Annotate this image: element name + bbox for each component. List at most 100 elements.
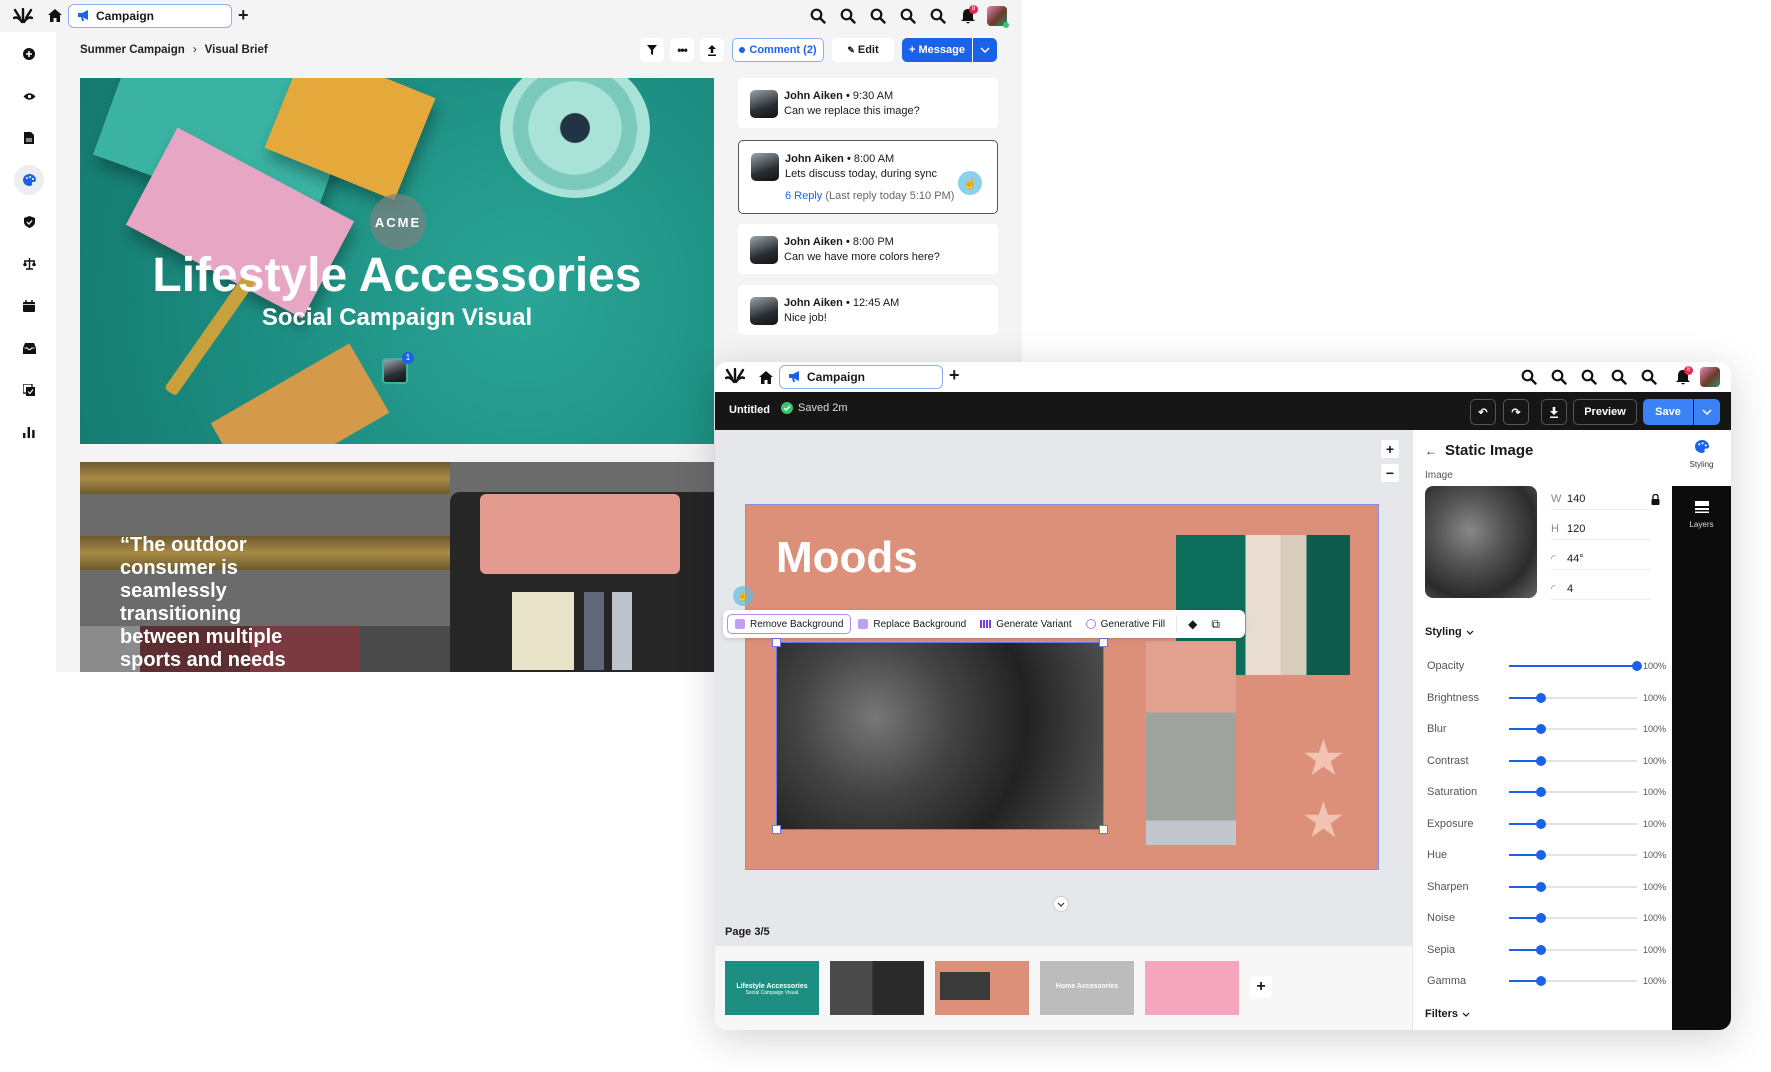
quote-visual[interactable]: “The outdoor consumer is seamlessly tran…	[80, 462, 714, 672]
design-canvas[interactable]: + − Moods ★ ★ Remove Background Replace …	[715, 430, 1412, 962]
search-icon[interactable]	[1641, 369, 1657, 390]
undo-button[interactable]: ↶	[1470, 399, 1496, 425]
redo-button[interactable]: ↷	[1503, 399, 1529, 425]
thumbnail-page-5[interactable]	[1145, 961, 1239, 1015]
sidebar-item-documents[interactable]	[14, 123, 44, 153]
resize-handle[interactable]	[772, 638, 781, 647]
generate-variant-button[interactable]: Generate Variant	[973, 614, 1078, 634]
message-dropdown-button[interactable]	[973, 38, 997, 62]
lock-icon[interactable]	[1651, 492, 1660, 510]
slider-handle[interactable]	[1536, 787, 1546, 797]
zoom-in-button[interactable]: +	[1381, 440, 1399, 458]
tab-campaign[interactable]: Campaign	[68, 4, 232, 28]
user-avatar[interactable]	[987, 6, 1009, 28]
home-icon[interactable]	[759, 371, 773, 389]
document-title[interactable]: Untitled	[729, 404, 770, 416]
slider-gamma[interactable]: Gamma 100%	[1427, 971, 1667, 991]
comment-button[interactable]: Comment (2)	[732, 38, 824, 62]
slider-track[interactable]	[1509, 661, 1642, 671]
slider-track[interactable]	[1509, 944, 1637, 955]
thumbnail-page-4[interactable]: Home Accessories	[1040, 961, 1134, 1015]
search-icon[interactable]	[1581, 369, 1597, 390]
slider-sepia[interactable]: Sepia 100%	[1427, 940, 1667, 960]
slider-saturation[interactable]: Saturation 100%	[1427, 782, 1667, 802]
crop-button[interactable]: ⧉	[1204, 614, 1227, 634]
tab-campaign[interactable]: Campaign	[779, 365, 943, 389]
slider-track[interactable]	[1509, 913, 1637, 923]
slider-opacity[interactable]: Opacity 100%	[1427, 656, 1667, 676]
eraser-button[interactable]: ◆	[1181, 614, 1204, 634]
comment-card[interactable]: John Aiken • 12:45 AM Nice job!	[738, 285, 998, 335]
rotation-field[interactable]: ◜ 44°	[1551, 548, 1651, 570]
height-field[interactable]: H 120	[1551, 518, 1651, 540]
slider-track[interactable]	[1509, 724, 1637, 734]
lifestyle-visual[interactable]: ACME Lifestyle Accessories Social Campai…	[80, 78, 714, 444]
search-icon[interactable]	[1551, 369, 1567, 390]
slider-handle[interactable]	[1536, 755, 1546, 766]
app-logo-icon[interactable]	[724, 367, 746, 389]
slider-blur[interactable]: Blur 100%	[1427, 719, 1667, 739]
thumbnail-page-3[interactable]	[935, 961, 1029, 1015]
reply-link[interactable]: 6 Reply	[785, 190, 822, 202]
search-icon[interactable]	[1521, 369, 1537, 390]
search-icon[interactable]	[870, 8, 886, 29]
generative-fill-button[interactable]: Generative Fill	[1079, 614, 1172, 634]
download-button[interactable]	[1541, 399, 1567, 425]
upload-button[interactable]	[700, 38, 724, 62]
search-icon[interactable]	[810, 8, 826, 29]
search-icon[interactable]	[900, 8, 916, 29]
sidebar-item-inbox[interactable]	[14, 333, 44, 363]
slider-handle[interactable]	[1536, 944, 1546, 955]
slider-track[interactable]	[1509, 755, 1637, 766]
sidebar-item-compliance[interactable]	[14, 249, 44, 279]
sidebar-item-security[interactable]	[14, 207, 44, 237]
breadcrumb-item[interactable]: Summer Campaign	[80, 44, 185, 56]
replace-background-button[interactable]: Replace Background	[851, 614, 973, 634]
slider-sharpen[interactable]: Sharpen 100%	[1427, 877, 1667, 897]
new-tab-button[interactable]: +	[949, 365, 960, 386]
home-icon[interactable]	[48, 9, 62, 22]
thumbnail-page-2[interactable]	[830, 961, 924, 1015]
add-page-button[interactable]: +	[1250, 976, 1272, 998]
thumbnail-page-1[interactable]: Lifestyle Accessories Social Campaign Vi…	[725, 961, 819, 1015]
new-tab-button[interactable]: +	[238, 5, 249, 26]
rail-tab-layers[interactable]: Layers	[1672, 488, 1731, 544]
comment-card[interactable]: John Aiken • 9:30 AM Can we replace this…	[738, 78, 998, 128]
slider-handle[interactable]	[1536, 976, 1546, 986]
slider-exposure[interactable]: Exposure 100%	[1427, 814, 1667, 834]
sidebar-item-view[interactable]	[14, 81, 44, 111]
search-icon[interactable]	[840, 8, 856, 29]
sidebar-item-tasks[interactable]	[14, 375, 44, 405]
image-preview[interactable]	[1425, 486, 1537, 598]
sidebar-item-calendar[interactable]	[14, 291, 44, 321]
preview-button[interactable]: Preview	[1573, 399, 1637, 425]
slider-track[interactable]	[1509, 818, 1637, 829]
radius-field[interactable]: ◜ 4	[1551, 578, 1651, 600]
more-options-button[interactable]: •••	[670, 38, 694, 62]
resize-handle[interactable]	[1099, 825, 1108, 834]
slider-track[interactable]	[1509, 692, 1637, 703]
slider-handle[interactable]	[1536, 850, 1546, 860]
notification-bell-icon[interactable]: 8	[960, 5, 978, 30]
selected-jewelry-image[interactable]	[772, 638, 1108, 834]
sidebar-item-analytics[interactable]	[14, 417, 44, 447]
search-icon[interactable]	[1611, 369, 1627, 390]
filter-button[interactable]	[640, 38, 664, 62]
slider-track[interactable]	[1509, 976, 1637, 986]
save-button[interactable]: Save	[1643, 399, 1693, 425]
zoom-out-button[interactable]: −	[1381, 464, 1399, 482]
slider-handle[interactable]	[1536, 913, 1546, 923]
back-arrow-icon[interactable]: ←	[1425, 444, 1437, 458]
slider-brightness[interactable]: Brightness 100%	[1427, 688, 1667, 708]
slider-hue[interactable]: Hue 100%	[1427, 845, 1667, 865]
slider-contrast[interactable]: Contrast 100%	[1427, 751, 1667, 771]
sidebar-item-design[interactable]	[14, 165, 44, 195]
slider-track[interactable]	[1509, 850, 1637, 860]
comment-card-selected[interactable]: John Aiken • 8:00 AM Lets discuss today,…	[738, 140, 998, 214]
slider-handle[interactable]	[1536, 724, 1546, 734]
remove-background-button[interactable]: Remove Background	[727, 614, 852, 634]
notification-bell-icon[interactable]: 8	[1675, 366, 1693, 391]
user-avatar[interactable]	[1700, 367, 1720, 387]
slider-handle[interactable]	[1536, 692, 1546, 703]
message-button[interactable]: + Message	[902, 38, 972, 62]
